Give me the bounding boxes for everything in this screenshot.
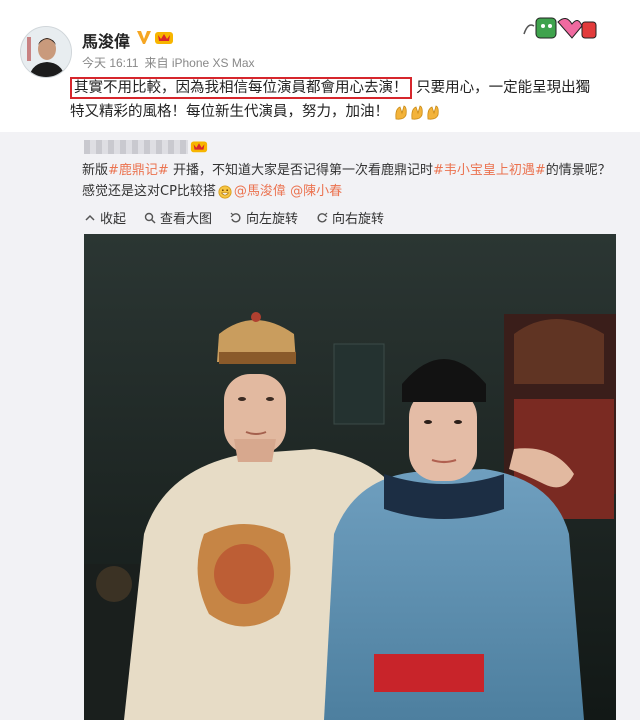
rotate-left-icon (230, 212, 241, 223)
rotate-right-label: 向右旋转 (332, 212, 385, 227)
post-content: 其實不用比較，因為我相信每位演員都會用心去演！ 只要用心，一定能呈現出獨 特又精… (70, 76, 630, 124)
repost-text-mid: 开播，不知道大家是否记得第一次看鹿鼎记时 (168, 163, 433, 178)
repost-text-start: 新版 (82, 163, 109, 178)
chevron-up-icon (85, 214, 95, 221)
image-actions: 收起 查看大图 向左旋转 向右旋转 (84, 208, 384, 227)
vip-crown-icon (190, 141, 208, 153)
post-meta: 今天 16:11 来自 iPhone XS Max (82, 54, 261, 71)
repost-block: 新版#鹿鼎记# 开播，不知道大家是否记得第一次看鹿鼎记时#韦小宝皇上初遇#的情景… (0, 132, 640, 720)
mention-link[interactable]: @馬浚偉 (234, 184, 286, 199)
highlighted-quote: 其實不用比較，因為我相信每位演員都會用心去演！ (70, 77, 412, 99)
collapse-button[interactable]: 收起 (84, 208, 126, 227)
rotate-right-icon (317, 212, 328, 223)
hashtag-link[interactable]: #鹿鼎记# (108, 163, 169, 178)
vip-crown-icon (155, 32, 173, 44)
search-icon (144, 212, 156, 224)
hashtag-link[interactable]: #韦小宝皇上初遇# (433, 163, 546, 178)
post-text-line2: 特又精彩的風格！每位新生代演員，努力，加油！ (70, 104, 389, 120)
verified-icon (137, 31, 151, 44)
rotate-right-button[interactable]: 向右旋转 (316, 208, 384, 227)
view-large-button[interactable]: 查看大图 (144, 208, 212, 227)
repost-text: 新版#鹿鼎记# 开播，不知道大家是否记得第一次看鹿鼎记时#韦小宝皇上初遇#的情景… (82, 160, 622, 202)
view-large-label: 查看大图 (160, 212, 213, 227)
rotate-left-label: 向左旋转 (246, 212, 299, 227)
sticker-decoration-icon (523, 17, 597, 39)
post-text-continued: 只要用心，一定能呈現出獨 (416, 80, 591, 96)
username[interactable]: 馬浚偉 (82, 28, 130, 52)
collapse-label: 收起 (100, 212, 127, 227)
clap-emoji-icon (395, 105, 439, 120)
photo-illustration (84, 234, 616, 720)
mention-link[interactable]: @陳小春 (290, 184, 342, 199)
rotate-left-button[interactable]: 向左旋转 (230, 208, 298, 227)
avatar[interactable] (20, 26, 72, 78)
blurred-username (84, 140, 188, 154)
grin-emoji-icon (218, 184, 232, 199)
post-photo[interactable] (84, 234, 616, 720)
weibo-post: 馬浚偉 今天 16:11 来自 iPhone XS Max 其實不用比較，因為我相… (0, 0, 640, 720)
post-time[interactable]: 今天 16:11 (82, 56, 138, 70)
post-source: 来自 iPhone XS Max (144, 56, 255, 70)
